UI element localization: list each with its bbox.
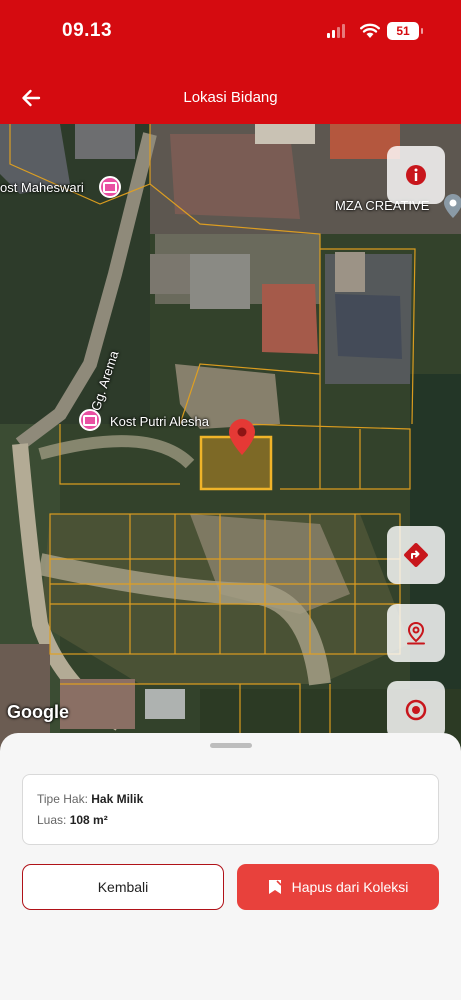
cellular-signal-icon <box>327 24 345 38</box>
center-target-button[interactable] <box>387 681 445 739</box>
luas-value: 108 m² <box>69 813 108 827</box>
place-pin-icon[interactable] <box>444 194 461 218</box>
google-attribution: Google <box>7 702 69 722</box>
hotel-pin-icon[interactable] <box>79 409 101 431</box>
tipe-hak-value: Hak Milik <box>91 792 144 806</box>
directions-button[interactable] <box>387 526 445 584</box>
location-marker-icon[interactable] <box>229 419 255 455</box>
info-icon <box>406 165 426 185</box>
app-header: 09.13 51 Lokasi Bidang <box>0 0 461 124</box>
directions-icon <box>404 543 428 567</box>
kembali-label: Kembali <box>97 879 149 895</box>
page-title: Lokasi Bidang <box>183 89 278 106</box>
wifi-icon <box>360 23 380 38</box>
tipe-hak-label: Tipe Hak: <box>37 792 88 806</box>
luas-label: Luas: <box>37 813 67 827</box>
info-button[interactable] <box>387 146 445 204</box>
location-pin-icon <box>407 621 425 645</box>
my-location-button[interactable] <box>387 604 445 662</box>
delete-label: Hapus dari Koleksi <box>291 879 409 895</box>
satellite-map[interactable]: ost Maheswari MZA CREATIVE Gg. Arema Kos… <box>0 124 461 764</box>
parcel-info-card: Tipe Hak: Hak Milik Luas: 108 m² <box>22 774 439 845</box>
tipe-hak-row: Tipe Hak: Hak Milik <box>37 789 424 810</box>
status-time: 09.13 <box>62 20 113 41</box>
poi-label-kost-putri-alesha: Kost Putri Alesha <box>110 414 209 429</box>
target-icon <box>405 699 427 721</box>
bookmark-remove-icon <box>268 880 282 894</box>
luas-row: Luas: 108 m² <box>37 810 424 831</box>
back-button-kembali[interactable]: Kembali <box>22 864 224 910</box>
battery-indicator: 51 <box>387 22 423 40</box>
parcel-detail-sheet: Tipe Hak: Hak Milik Luas: 108 m² Kembali… <box>0 733 461 1000</box>
sheet-drag-handle[interactable] <box>210 743 252 748</box>
poi-label-maheswari: ost Maheswari <box>0 180 84 195</box>
hotel-pin-icon[interactable] <box>99 176 121 198</box>
remove-from-collection-button[interactable]: Hapus dari Koleksi <box>237 864 439 910</box>
